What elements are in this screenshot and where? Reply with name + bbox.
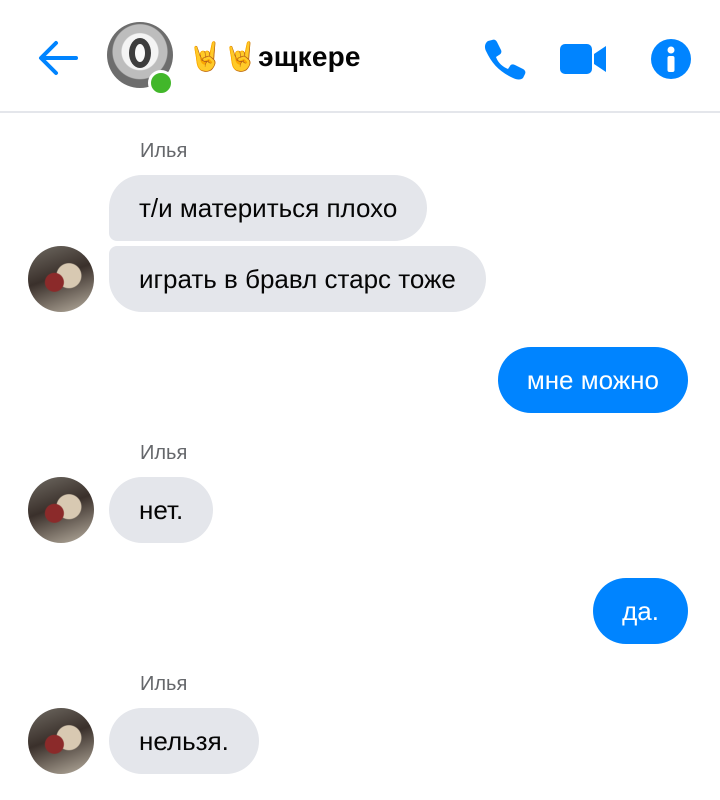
outgoing-message[interactable]: да. — [593, 578, 688, 644]
phone-icon[interactable] — [482, 36, 528, 82]
video-camera-icon[interactable] — [558, 40, 610, 78]
incoming-message[interactable]: нельзя. — [109, 708, 259, 774]
chat-title[interactable]: 🤘🤘эщкере — [188, 40, 361, 73]
sender-avatar[interactable] — [28, 246, 94, 312]
sender-name: Илья — [140, 442, 188, 464]
sender-avatar[interactable] — [28, 477, 94, 543]
incoming-message[interactable]: т/и материться плохо — [109, 175, 428, 241]
online-status-indicator — [148, 70, 174, 96]
avatar-face — [129, 38, 151, 68]
outgoing-message[interactable]: мне можно — [497, 347, 688, 413]
incoming-message[interactable]: нет. — [109, 477, 214, 543]
sender-name: Илья — [140, 673, 188, 695]
sender-name: Илья — [140, 140, 188, 162]
chat-header: 🤘🤘эщкере — [0, 0, 720, 113]
back-arrow-icon[interactable] — [36, 38, 80, 78]
info-icon[interactable] — [650, 38, 692, 80]
incoming-message[interactable]: играть в бравл старс тоже — [109, 246, 486, 312]
sender-avatar[interactable] — [28, 708, 94, 774]
